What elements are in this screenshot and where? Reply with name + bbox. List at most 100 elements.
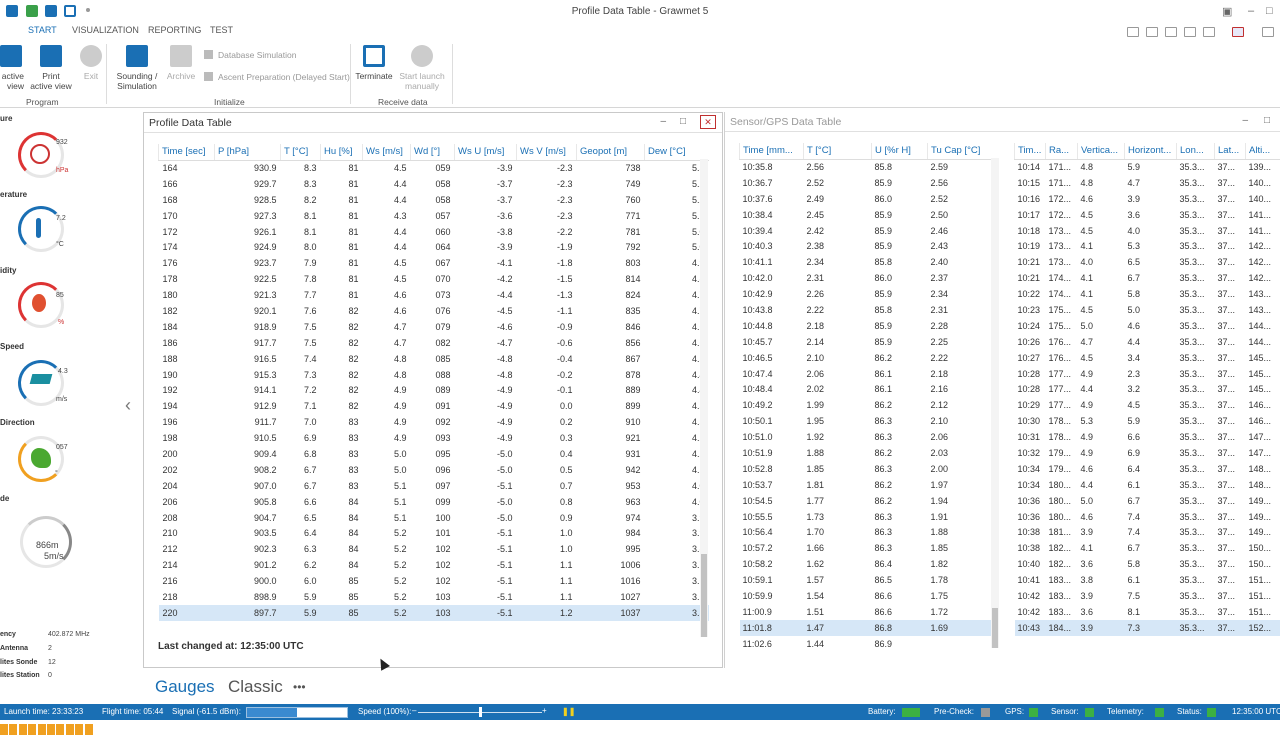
gps-table-row[interactable]: 10:17172...4.53.635.3...37...141... bbox=[1015, 207, 1280, 223]
profile-table-row[interactable]: 176923.77.9814.5067-4.1-1.88034.9 bbox=[159, 255, 709, 271]
tab-start[interactable]: START bbox=[28, 25, 57, 35]
profile-scrollbar-thumb[interactable] bbox=[701, 554, 707, 637]
speed-decrease-icon[interactable]: – bbox=[412, 706, 416, 715]
restore-ribbon-icon[interactable]: ▣ bbox=[1222, 5, 1232, 18]
gps-table-row[interactable]: 10:26176...4.74.435.3...37...144... bbox=[1015, 334, 1280, 350]
gps-table-row[interactable]: 10:29177...4.94.535.3...37...146... bbox=[1015, 397, 1280, 413]
sensor-table-row[interactable]: 10:54.51.7786.21.94 bbox=[740, 493, 996, 509]
maximize-window-icon[interactable]: □ bbox=[1266, 5, 1273, 17]
gps-table-row[interactable]: 10:38182...4.16.735.3...37...150... bbox=[1015, 540, 1280, 556]
profile-column-header[interactable]: Ws U [m/s] bbox=[455, 144, 517, 160]
profile-column-header[interactable]: Geopot [m] bbox=[577, 144, 645, 160]
profile-column-header[interactable]: Dew [°C] bbox=[645, 144, 709, 160]
sensor-scrollbar-thumb[interactable] bbox=[992, 608, 998, 648]
gps-table-row[interactable]: 10:18173...4.54.035.3...37...141... bbox=[1015, 223, 1280, 239]
sensor-table-row[interactable]: 10:38.42.4585.92.50 bbox=[740, 207, 996, 223]
sensor-table-row[interactable]: 11:02.61.4486.9 bbox=[740, 636, 996, 652]
gps-table-row[interactable]: 10:38181...3.97.435.3...37...149... bbox=[1015, 524, 1280, 540]
sensor-table-row[interactable]: 10:59.91.5486.61.75 bbox=[740, 588, 996, 604]
tab-gauges[interactable]: Gauges bbox=[155, 677, 215, 697]
gps-table-row[interactable]: 10:28177...4.43.235.3...37...145... bbox=[1015, 381, 1280, 397]
profile-table-row[interactable]: 220897.75.9855.2103-5.11.210373.5 bbox=[159, 605, 709, 621]
profile-column-header[interactable]: Wd [°] bbox=[411, 144, 455, 160]
profile-table-row[interactable]: 182920.17.6824.6076-4.5-1.18354.7 bbox=[159, 303, 709, 319]
sensor-table-row[interactable]: 10:47.42.0686.12.18 bbox=[740, 366, 996, 382]
profile-table-row[interactable]: 186917.77.5824.7082-4.7-0.68564.6 bbox=[159, 335, 709, 351]
start-launch-button[interactable]: Start launch manually bbox=[394, 45, 450, 91]
sensor-table-row[interactable]: 10:52.81.8586.32.00 bbox=[740, 461, 996, 477]
sensor-table-row[interactable]: 10:40.32.3885.92.43 bbox=[740, 238, 996, 254]
gps-table-row[interactable]: 10:15171...4.84.735.3...37...140... bbox=[1015, 175, 1280, 191]
sensor-table-row[interactable]: 10:45.72.1485.92.25 bbox=[740, 334, 996, 350]
layout-icon-2[interactable] bbox=[1146, 27, 1158, 37]
sensor-table-row[interactable]: 10:42.02.3186.02.37 bbox=[740, 270, 996, 286]
gps-table-row[interactable]: 10:43184...3.97.335.3...37...152... bbox=[1015, 620, 1280, 636]
sensor-column-header[interactable]: U [%r H] bbox=[872, 143, 928, 159]
sensor-table-row[interactable]: 10:55.51.7386.31.91 bbox=[740, 509, 996, 525]
sensor-panel-minimize-icon[interactable]: – bbox=[1242, 115, 1248, 126]
layout-icon-3[interactable] bbox=[1165, 27, 1177, 37]
sensor-table-row[interactable]: 10:59.11.5786.51.78 bbox=[740, 572, 996, 588]
profile-table-row[interactable]: 208904.76.5845.1100-5.00.99743.9 bbox=[159, 510, 709, 526]
sensor-table-row[interactable]: 10:42.92.2685.92.34 bbox=[740, 286, 996, 302]
gps-table-row[interactable]: 10:40182...3.65.835.3...37...150... bbox=[1015, 556, 1280, 572]
sensor-column-header[interactable]: Time [mm... bbox=[740, 143, 804, 159]
profile-table-row[interactable]: 190915.37.3824.8088-4.8-0.28784.4 bbox=[159, 367, 709, 383]
layout-icon-1[interactable] bbox=[1127, 27, 1139, 37]
ascent-preparation-button[interactable]: Ascent Preparation (Delayed Start) bbox=[204, 72, 350, 82]
gps-table-row[interactable]: 10:42183...3.68.135.3...37...151... bbox=[1015, 604, 1280, 620]
gps-table-row[interactable]: 10:24175...5.04.635.3...37...144... bbox=[1015, 318, 1280, 334]
profile-column-header[interactable]: T [°C] bbox=[281, 144, 321, 160]
tab-test[interactable]: TEST bbox=[210, 25, 233, 35]
profile-table-row[interactable]: 168928.58.2814.4058-3.7-2.37605.2 bbox=[159, 192, 709, 208]
gps-table-row[interactable]: 10:36180...5.06.735.3...37...149... bbox=[1015, 493, 1280, 509]
sensor-table-row[interactable]: 10:51.91.8886.22.03 bbox=[740, 445, 996, 461]
profile-table-row[interactable]: 172926.18.1814.4060-3.8-2.27815.0 bbox=[159, 224, 709, 240]
sensor-table-row[interactable]: 10:35.82.5685.82.59 bbox=[740, 159, 996, 175]
profile-table-row[interactable]: 196911.77.0834.9092-4.90.29104.3 bbox=[159, 414, 709, 430]
tab-classic[interactable]: Classic bbox=[228, 677, 283, 697]
profile-table-row[interactable]: 174924.98.0814.4064-3.9-1.97925.0 bbox=[159, 239, 709, 255]
speed-increase-icon[interactable]: + bbox=[542, 706, 547, 715]
gps-table-row[interactable]: 10:28177...4.92.335.3...37...145... bbox=[1015, 366, 1280, 382]
tab-reporting[interactable]: REPORTING bbox=[148, 25, 201, 35]
panel-maximize-icon[interactable]: □ bbox=[680, 116, 686, 127]
profile-table-row[interactable]: 200909.46.8835.0095-5.00.49314.2 bbox=[159, 446, 709, 462]
profile-column-header[interactable]: Ws [m/s] bbox=[363, 144, 411, 160]
profile-table-row[interactable]: 202908.26.7835.0096-5.00.59424.1 bbox=[159, 462, 709, 478]
profile-column-header[interactable]: Hu [%] bbox=[321, 144, 363, 160]
sensor-panel-maximize-icon[interactable]: □ bbox=[1264, 115, 1270, 126]
panel-close-icon[interactable]: ✕ bbox=[700, 115, 716, 129]
gps-table-row[interactable]: 10:36180...4.67.435.3...37...149... bbox=[1015, 509, 1280, 525]
archive-button[interactable]: Archive bbox=[153, 45, 209, 81]
playback-speed-thumb[interactable] bbox=[479, 707, 482, 717]
gps-table-row[interactable]: 10:21174...4.16.735.3...37...142... bbox=[1015, 270, 1280, 286]
gps-table-row[interactable]: 10:21173...4.06.535.3...37...142... bbox=[1015, 254, 1280, 270]
profile-table-row[interactable]: 180921.37.7814.6073-4.4-1.38244.7 bbox=[159, 287, 709, 303]
collapse-panel-chevron-left-icon[interactable]: ‹ bbox=[125, 395, 131, 416]
minimize-window-icon[interactable]: – bbox=[1248, 5, 1254, 17]
language-flag-icon[interactable] bbox=[1232, 27, 1244, 37]
profile-table-row[interactable]: 212902.36.3845.2102-5.11.09953.8 bbox=[159, 541, 709, 557]
gps-table-row[interactable]: 10:22174...4.15.835.3...37...143... bbox=[1015, 286, 1280, 302]
sensor-table-row[interactable]: 10:57.21.6686.31.85 bbox=[740, 540, 996, 556]
layout-icon-4[interactable] bbox=[1184, 27, 1196, 37]
sensor-table-scrollbar[interactable] bbox=[991, 158, 999, 648]
gps-table-row[interactable]: 10:31178...4.96.635.3...37...147... bbox=[1015, 429, 1280, 445]
sensor-table-row[interactable]: 10:46.52.1086.22.22 bbox=[740, 350, 996, 366]
profile-table-row[interactable]: 198910.56.9834.9093-4.90.39214.2 bbox=[159, 430, 709, 446]
sensor-table-row[interactable]: 10:41.12.3485.82.40 bbox=[740, 254, 996, 270]
profile-table-row[interactable]: 210903.56.4845.2101-5.11.09843.9 bbox=[159, 525, 709, 541]
panel-minimize-icon[interactable]: – bbox=[660, 116, 666, 127]
gps-table-row[interactable]: 10:34180...4.46.135.3...37...148... bbox=[1015, 477, 1280, 493]
profile-table-row[interactable]: 216900.06.0855.2102-5.11.110163.6 bbox=[159, 573, 709, 589]
sensor-table-row[interactable]: 10:51.01.9286.32.06 bbox=[740, 429, 996, 445]
sensor-column-header[interactable]: Tu Cap [°C] bbox=[928, 143, 996, 159]
sensor-table-row[interactable]: 10:49.21.9986.22.12 bbox=[740, 397, 996, 413]
profile-table-scrollbar[interactable] bbox=[700, 159, 708, 637]
gps-column-header[interactable]: Ra... bbox=[1046, 143, 1078, 159]
sensor-table-row[interactable]: 10:58.21.6286.41.82 bbox=[740, 556, 996, 572]
profile-table-row[interactable]: 214901.26.2845.2102-5.11.110063.7 bbox=[159, 557, 709, 573]
sensor-table-row[interactable]: 10:37.62.4986.02.52 bbox=[740, 191, 996, 207]
gps-column-header[interactable]: Horizont... bbox=[1125, 143, 1177, 159]
